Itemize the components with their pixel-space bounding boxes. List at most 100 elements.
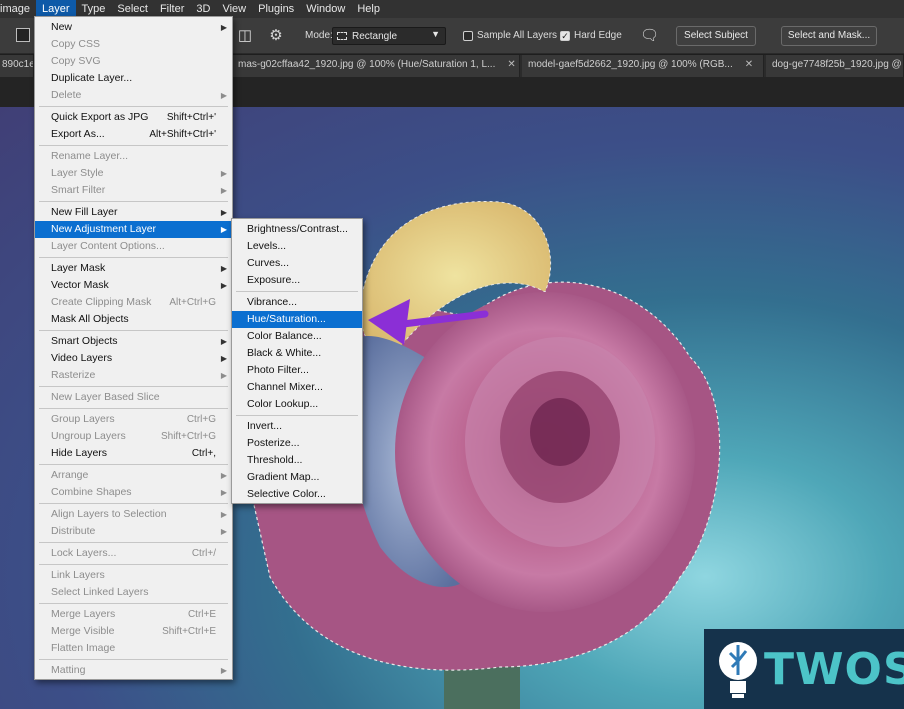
menu-item-photo-filter[interactable]: Photo Filter... [232, 362, 362, 379]
menu-item-invert[interactable]: Invert... [232, 418, 362, 435]
menu-item-label: Copy SVG [51, 55, 101, 67]
menu-window[interactable]: Window [300, 0, 351, 18]
menu-item-combine-shapes: Combine Shapes ▶ [35, 484, 232, 501]
submenu-arrow-icon: ▶ [220, 225, 227, 234]
mode-value: Rectangle [352, 30, 398, 42]
submenu-arrow-icon: ▶ [220, 510, 227, 519]
menu-item-black-white[interactable]: Black & White... [232, 345, 362, 362]
menu-item-label: Rename Layer... [51, 150, 129, 162]
menu-item-color-lookup[interactable]: Color Lookup... [232, 396, 362, 413]
submenu-arrow-icon: ▶ [220, 471, 227, 480]
menu-image[interactable]: image [0, 0, 36, 18]
menu-item-label: New [51, 21, 73, 33]
menu-item-layer-mask[interactable]: Layer Mask ▶ [35, 260, 232, 277]
menu-plugins[interactable]: Plugins [252, 0, 300, 18]
select-subject-button[interactable]: Select Subject [676, 26, 756, 46]
menu-item-label: Mask All Objects [51, 313, 129, 325]
layer-menu: New ▶ Copy CSS Copy SVG Duplicate Layer... De… [34, 16, 233, 680]
hard-edge-checkbox[interactable]: ✓ [560, 31, 570, 41]
menu-item-smart-objects[interactable]: Smart Objects ▶ [35, 333, 232, 350]
menu-item-curves[interactable]: Curves... [232, 255, 362, 272]
tool-preset-icon[interactable] [16, 28, 30, 42]
menu-item-label: Hide Layers [51, 447, 108, 459]
mode-dropdown[interactable]: Rectangle ▼ [332, 27, 446, 45]
menu-item-label: Gradient Map... [247, 471, 320, 483]
menu-item-mask-all-objects[interactable]: Mask All Objects [35, 311, 232, 328]
menu-item-selective-color[interactable]: Selective Color... [232, 486, 362, 503]
menu-item-label: New Fill Layer [51, 206, 118, 218]
tab-label: mas-g02cffaa42_1920.jpg @ 100% (Hue/Satu… [238, 59, 496, 70]
menu-item-label: Ungroup Layers [51, 430, 126, 442]
tab-label: dog-ge7748f25b_1920.jpg @ 100% [772, 59, 903, 70]
tab-document[interactable]: 890c1e [0, 55, 34, 77]
menu-item-video-layers[interactable]: Video Layers ▶ [35, 350, 232, 367]
speech-bubble-icon[interactable]: 🗨 [640, 27, 659, 45]
gear-icon[interactable]: ⚙ [267, 27, 285, 45]
menu-item-label: Color Lookup... [247, 398, 319, 410]
menu-separator [39, 144, 228, 146]
menu-item-levels[interactable]: Levels... [232, 238, 362, 255]
select-and-mask-button[interactable]: Select and Mask... [781, 26, 877, 46]
mode-label: Mode: [305, 30, 333, 41]
menu-item-color-balance[interactable]: Color Balance... [232, 328, 362, 345]
menu-item-label: Group Layers [51, 413, 115, 425]
tab-document[interactable]: dog-ge7748f25b_1920.jpg @ 100% [766, 55, 904, 77]
menu-item-label: Video Layers [51, 352, 113, 364]
menu-item-rasterize: Rasterize ▶ [35, 367, 232, 384]
menu-item-gradient-map[interactable]: Gradient Map... [232, 469, 362, 486]
menu-item-label: Curves... [247, 257, 290, 269]
menu-item-duplicate-layer[interactable]: Duplicate Layer... [35, 70, 232, 87]
menu-item-vibrance[interactable]: Vibrance... [232, 294, 362, 311]
menu-item-merge-visible: Merge Visible Shift+Ctrl+E [35, 623, 232, 640]
menu-separator [236, 414, 358, 416]
menu-separator [39, 658, 228, 660]
menu-item-label: Layer Style [51, 167, 104, 179]
shortcut-label: Shift+Ctrl+' [166, 112, 216, 123]
menu-item-channel-mixer[interactable]: Channel Mixer... [232, 379, 362, 396]
menu-item-label: Lock Layers... [51, 547, 117, 559]
menu-separator [39, 407, 228, 409]
menu-item-group-layers: Group Layers Ctrl+G [35, 411, 232, 428]
menu-item-brightness-contrast[interactable]: Brightness/Contrast... [232, 221, 362, 238]
close-icon[interactable]: ✕ [745, 59, 753, 70]
menu-item-label: Brightness/Contrast... [247, 223, 348, 235]
tab-document[interactable]: mas-g02cffaa42_1920.jpg @ 100% (Hue/Satu… [232, 55, 520, 77]
menu-item-export-as[interactable]: Export As... Alt+Shift+Ctrl+' [35, 126, 232, 143]
menu-item-new-adjustment-layer[interactable]: New Adjustment Layer ▶ [35, 221, 232, 238]
close-icon[interactable]: ✕ [507, 59, 515, 70]
menu-item-label: Rasterize [51, 369, 96, 381]
menu-item-rename-layer: Rename Layer... [35, 148, 232, 165]
menu-separator [39, 563, 228, 565]
logo-text: TWOS [764, 644, 904, 695]
menu-item-label: Black & White... [247, 347, 322, 359]
menu-item-label: Color Balance... [247, 330, 322, 342]
menu-item-flatten-image: Flatten Image [35, 640, 232, 657]
menu-item-hide-layers[interactable]: Hide Layers Ctrl+, [35, 445, 232, 462]
menu-item-label: Select Linked Layers [51, 586, 149, 598]
menu-item-new[interactable]: New ▶ [35, 19, 232, 36]
menu-item-label: Export As... [51, 128, 105, 140]
menu-item-exposure[interactable]: Exposure... [232, 272, 362, 289]
menu-item-new-fill-layer[interactable]: New Fill Layer ▶ [35, 204, 232, 221]
menu-item-label: Hue/Saturation... [247, 313, 326, 325]
menu-help[interactable]: Help [351, 0, 386, 18]
selection-mode-icon[interactable]: ◫ [236, 27, 254, 45]
menu-item-posterize[interactable]: Posterize... [232, 435, 362, 452]
shortcut-label: Ctrl+, [191, 448, 216, 459]
sample-all-layers-checkbox[interactable] [463, 31, 473, 41]
menu-item-copy-svg: Copy SVG [35, 53, 232, 70]
menu-item-vector-mask[interactable]: Vector Mask ▶ [35, 277, 232, 294]
menu-item-quick-export-as-jpg[interactable]: Quick Export as JPG Shift+Ctrl+' [35, 109, 232, 126]
submenu-arrow-icon: ▶ [220, 23, 227, 32]
shortcut-label: Ctrl+/ [191, 548, 216, 559]
menu-separator [39, 385, 228, 387]
menu-item-matting: Matting ▶ [35, 662, 232, 679]
menu-item-threshold[interactable]: Threshold... [232, 452, 362, 469]
tab-label: 890c1e [2, 59, 34, 70]
menu-item-label: Link Layers [51, 569, 105, 581]
tab-document[interactable]: model-gaef5d2662_1920.jpg @ 100% (RGB...… [522, 55, 764, 77]
menu-item-hue-saturation[interactable]: Hue/Saturation... [232, 311, 362, 328]
shortcut-label: Alt+Shift+Ctrl+' [149, 129, 216, 140]
menu-item-label: Flatten Image [51, 642, 116, 654]
adjustment-layer-submenu: Brightness/Contrast... Levels... Curves...… [231, 218, 363, 504]
